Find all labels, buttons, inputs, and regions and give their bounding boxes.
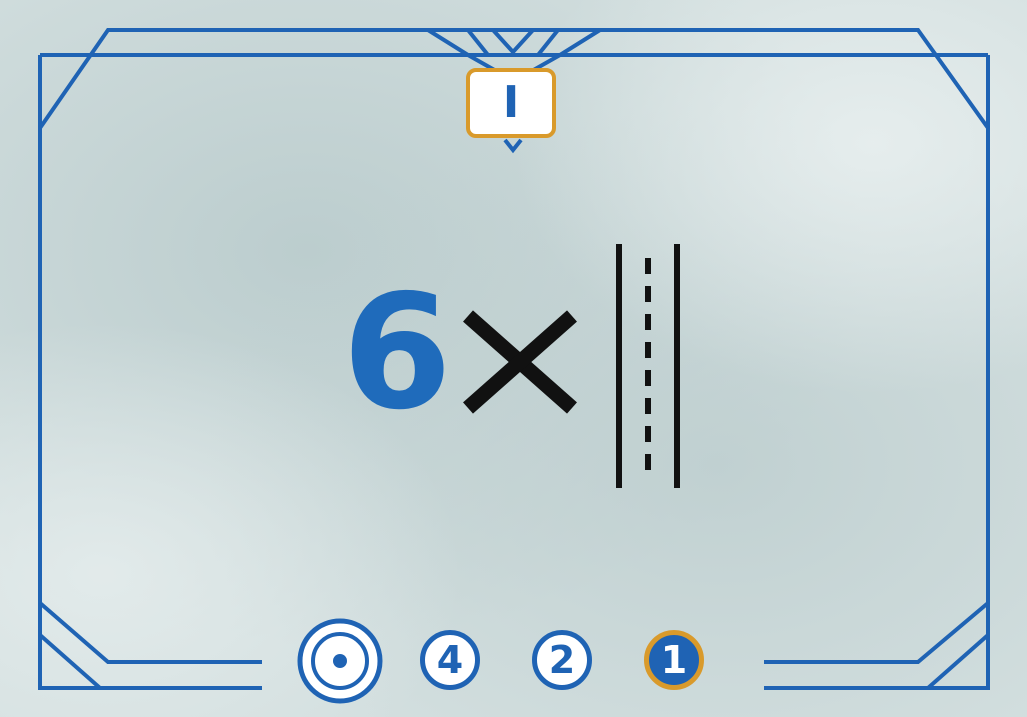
multiply-icon [463,310,577,414]
level-badge: I [466,68,556,138]
score-2: 2 [532,630,592,690]
game-card: I 6 4 2 1 [0,0,1027,717]
tile-count: 6 [342,261,452,445]
bullseye-icon [297,618,383,704]
level-label: I [502,77,520,128]
score-1-highlighted: 1 [644,630,704,690]
score-4: 4 [420,630,480,690]
road-straight-icon [616,244,680,488]
